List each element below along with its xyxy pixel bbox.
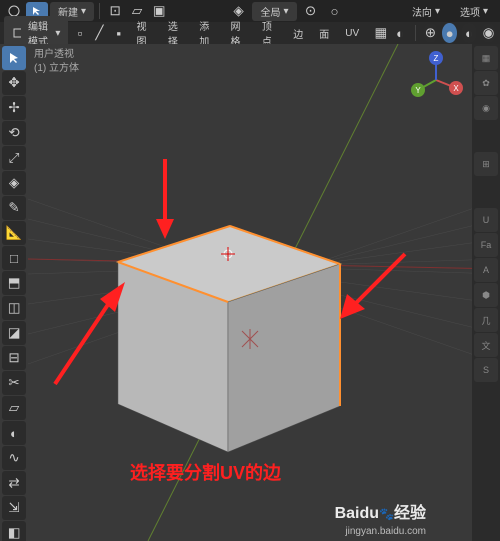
- select-vertex-icon[interactable]: ▫: [72, 24, 87, 42]
- viewport-info: 用户透视 (1) 立方体: [34, 48, 79, 76]
- polybuild-tool-icon[interactable]: ▱: [2, 396, 26, 420]
- prop-render-icon[interactable]: ▦: [474, 46, 498, 70]
- render-icon[interactable]: ◉: [481, 23, 496, 43]
- select-face-icon[interactable]: ▪: [111, 24, 126, 42]
- prop-u-icon[interactable]: U: [474, 208, 498, 232]
- prop-scene-icon[interactable]: ⊞: [474, 152, 498, 176]
- toolbar-left: ✥ ✢ ⟲ ⤢ ◈ ✎ 📐 □ ⬒ ◫ ◪ ⊟ ✂ ▱ ◐ ∿ ⇄ ⇲ ◧: [2, 46, 26, 541]
- edgeslide-tool-icon[interactable]: ⇄: [2, 471, 26, 495]
- annotation-arrow-3: [335, 244, 415, 334]
- move-tool-icon[interactable]: ✢: [2, 96, 26, 120]
- prop-output-icon[interactable]: ✿: [474, 71, 498, 95]
- shrink-tool-icon[interactable]: ⇲: [2, 496, 26, 520]
- direction-label: 法向: [412, 4, 432, 19]
- annotation-arrow-2: [40, 274, 140, 394]
- prop-geom-icon[interactable]: 几: [474, 308, 498, 332]
- proportional-icon[interactable]: ○: [325, 2, 345, 20]
- chevron-down-icon: ▾: [283, 6, 288, 17]
- bevel-tool-icon[interactable]: ◪: [2, 321, 26, 345]
- snap-icon[interactable]: ⊙: [301, 2, 321, 20]
- menu-face[interactable]: 面: [313, 24, 335, 43]
- annotation-arrow-1: [140, 154, 190, 244]
- select-tool-icon[interactable]: [2, 46, 26, 70]
- solid-icon[interactable]: ●: [442, 23, 457, 43]
- watermark-url: jingyan.baidu.com: [345, 526, 426, 537]
- prop-a-icon[interactable]: A: [474, 258, 498, 282]
- chevron-down-icon: ▾: [483, 6, 488, 17]
- chevron-down-icon: ▾: [435, 6, 440, 17]
- rip-tool-icon[interactable]: ◧: [2, 521, 26, 541]
- viewport-3d[interactable]: 选择要分割UV的边 用户透视 (1) 立方体 ✥ ✢ ⟲ ⤢ ◈ ✎ 📐 □ ⬒…: [0, 44, 472, 541]
- chevron-down-icon: ▾: [81, 6, 86, 17]
- spin-tool-icon[interactable]: ◐: [2, 421, 26, 445]
- cursor-tool-icon[interactable]: ✥: [2, 71, 26, 95]
- loopcut-tool-icon[interactable]: ⊟: [2, 346, 26, 370]
- svg-text:X: X: [453, 84, 459, 93]
- properties-panel: ▦ ✿ ◉ ⊞ U Fa A ⬢ 几 文 S: [472, 44, 500, 541]
- annotate-tool-icon[interactable]: ✎: [2, 196, 26, 220]
- watermark: Baidu🐾经验: [335, 499, 426, 523]
- prop-fa-icon[interactable]: Fa: [474, 233, 498, 257]
- prop-s-icon[interactable]: S: [474, 358, 498, 382]
- watermark-product: 经验: [394, 505, 426, 522]
- watermark-brand: Baidu: [335, 505, 379, 522]
- rotate-tool-icon[interactable]: ⟲: [2, 121, 26, 145]
- prop-view-icon[interactable]: ◉: [474, 96, 498, 120]
- info-object: (1) 立方体: [34, 62, 79, 76]
- addcube-tool-icon[interactable]: □: [2, 246, 26, 270]
- chevron-down-icon: ▾: [55, 28, 60, 39]
- measure-tool-icon[interactable]: 📐: [2, 221, 26, 245]
- svg-text:Z: Z: [434, 54, 439, 63]
- wireframe-icon[interactable]: ⊕: [423, 23, 438, 43]
- options-dropdown[interactable]: 选项▾: [452, 2, 496, 21]
- knife-tool-icon[interactable]: ✂: [2, 371, 26, 395]
- direction-dropdown[interactable]: 法向▾: [404, 2, 448, 21]
- select-edge-icon[interactable]: ╱: [92, 24, 107, 42]
- scale-tool-icon[interactable]: ⤢: [2, 146, 26, 170]
- smooth-tool-icon[interactable]: ∿: [2, 446, 26, 470]
- prop-modifier-icon[interactable]: ⬢: [474, 283, 498, 307]
- separator: [99, 3, 100, 19]
- extrude-tool-icon[interactable]: ⬒: [2, 271, 26, 295]
- menu-uv[interactable]: UV: [339, 26, 365, 41]
- material-icon[interactable]: ◐: [461, 23, 476, 43]
- menu-edge[interactable]: 边: [287, 24, 309, 43]
- options-label: 选项: [460, 4, 480, 19]
- annotation-text: 选择要分割UV的边: [130, 459, 281, 485]
- navigation-gizmo[interactable]: X Y Z: [406, 50, 466, 110]
- grid-icon[interactable]: ▦: [373, 24, 388, 42]
- svg-text:Y: Y: [415, 86, 421, 95]
- snap-vertex-icon[interactable]: ⊡: [105, 2, 125, 20]
- prop-text-icon[interactable]: 文: [474, 333, 498, 357]
- separator: [415, 25, 416, 41]
- transform-tool-icon[interactable]: ◈: [2, 171, 26, 195]
- edit-mode-icon: [12, 27, 21, 39]
- inset-tool-icon[interactable]: ◫: [2, 296, 26, 320]
- overlay-icon[interactable]: ◐: [393, 24, 408, 42]
- info-perspective: 用户透视: [34, 48, 79, 62]
- menu-bar: 编辑模式▾ ▫ ╱ ▪ 视图 选择 添加 网格 顶点 边 面 UV ▦ ◐ ⊕ …: [0, 22, 500, 44]
